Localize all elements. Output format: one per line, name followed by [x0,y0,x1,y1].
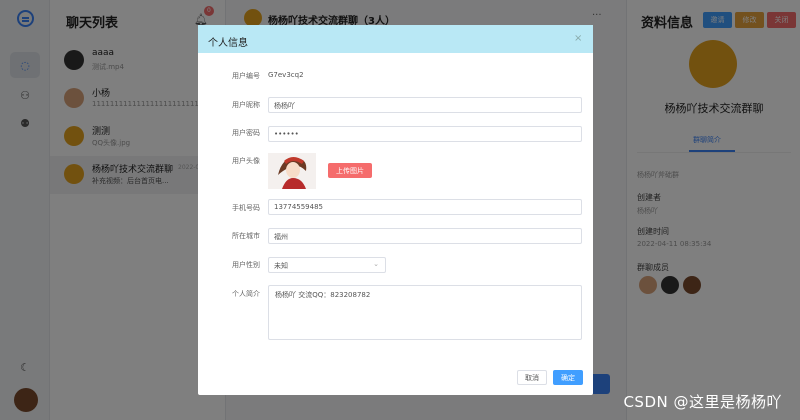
phone-input[interactable]: 13774559485 [268,199,582,215]
nickname-input[interactable]: 杨杨吖 [268,97,582,113]
gender-select[interactable]: 未知 ⌄ [268,257,386,273]
profile-modal: 个人信息 × 用户编号 G7ev3cq2 用户昵称 杨杨吖 用户密码 •••••… [198,25,593,395]
phone-label: 手机号码 [232,204,260,212]
user-id-label: 用户编号 [232,72,260,80]
chevron-down-icon: ⌄ [373,260,379,268]
gender-label: 用户性别 [232,261,260,269]
gender-value: 未知 [274,262,288,270]
bio-label: 个人简介 [232,290,260,298]
modal-title: 个人信息 [208,38,248,49]
bio-textarea[interactable]: 杨杨吖 交流QQ：823208782 [268,285,582,340]
city-input[interactable]: 福州 [268,228,582,244]
modal-header: 个人信息 × [198,25,593,53]
watermark: CSDN @这里是杨杨吖 [623,393,782,411]
user-avatar-image [268,153,316,189]
upload-image-button[interactable]: 上传图片 [328,163,372,178]
cancel-button[interactable]: 取消 [517,370,547,385]
confirm-button[interactable]: 确定 [553,370,583,385]
avatar-label: 用户头像 [232,157,260,165]
nickname-label: 用户昵称 [232,101,260,109]
user-id-value: G7ev3cq2 [268,71,304,79]
close-icon[interactable]: × [574,33,582,44]
password-label: 用户密码 [232,129,260,137]
password-input[interactable]: •••••• [268,126,582,142]
city-label: 所在城市 [232,232,260,240]
